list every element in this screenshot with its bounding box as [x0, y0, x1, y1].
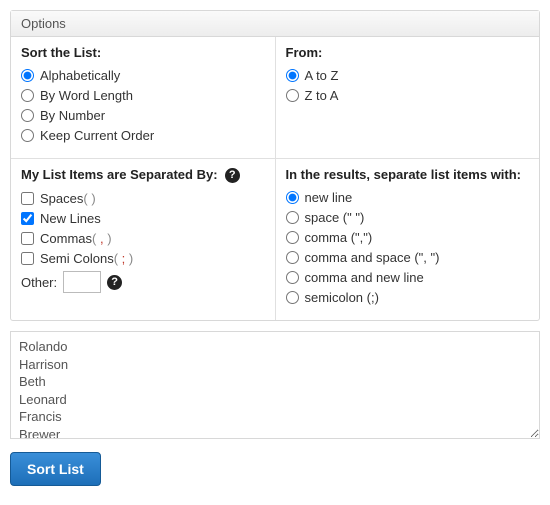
sep-out-cell: In the results, separate list items with…: [275, 159, 540, 320]
sepin-label: Semi Colons: [40, 251, 114, 266]
row-separators: My List Items are Separated By: ? Spaces…: [11, 158, 539, 320]
sort-option[interactable]: Alphabetically: [21, 68, 265, 83]
sort-radio[interactable]: [21, 69, 34, 82]
sepin-checkbox[interactable]: [21, 252, 34, 265]
sepout-option[interactable]: space (" "): [286, 210, 530, 225]
sepout-option[interactable]: semicolon (;): [286, 290, 530, 305]
row-sort-from: Sort the List: Alphabetically By Word Len…: [11, 37, 539, 158]
sepout-option[interactable]: comma and space (", "): [286, 250, 530, 265]
help-icon[interactable]: ?: [107, 275, 122, 290]
sepout-label: comma (","): [305, 230, 373, 245]
from-radio[interactable]: [286, 69, 299, 82]
sort-option[interactable]: By Word Length: [21, 88, 265, 103]
sepin-label: Spaces: [40, 191, 83, 206]
sepout-label: space (" "): [305, 210, 365, 225]
sepin-label: Commas: [40, 231, 92, 246]
sepin-punct: ( ; ): [114, 251, 134, 266]
sep-out-title: In the results, separate list items with…: [286, 167, 530, 182]
panel-title: Options: [11, 11, 539, 37]
sepin-punct: ( ): [83, 191, 95, 206]
sepin-label: New Lines: [40, 211, 101, 226]
sepout-option[interactable]: comma (","): [286, 230, 530, 245]
sepout-label: comma and space (", "): [305, 250, 440, 265]
sep-in-title-text: My List Items are Separated By:: [21, 167, 218, 182]
sort-radio[interactable]: [21, 129, 34, 142]
sepin-option[interactable]: Spaces ( ): [21, 191, 265, 206]
sepout-radio[interactable]: [286, 271, 299, 284]
sepout-radio[interactable]: [286, 251, 299, 264]
sort-radio[interactable]: [21, 109, 34, 122]
other-row: Other: ?: [21, 271, 265, 293]
from-radio[interactable]: [286, 89, 299, 102]
sort-option[interactable]: By Number: [21, 108, 265, 123]
sort-radio[interactable]: [21, 89, 34, 102]
help-icon[interactable]: ?: [225, 168, 240, 183]
other-input[interactable]: [63, 271, 101, 293]
sepout-label: new line: [305, 190, 353, 205]
sort-cell: Sort the List: Alphabetically By Word Len…: [11, 37, 275, 158]
sepout-option[interactable]: new line: [286, 190, 530, 205]
sort-option[interactable]: Keep Current Order: [21, 128, 265, 143]
sort-label: By Word Length: [40, 88, 133, 103]
from-cell: From: A to Z Z to A: [275, 37, 540, 158]
sort-label: Keep Current Order: [40, 128, 154, 143]
sepin-checkbox[interactable]: [21, 192, 34, 205]
from-option[interactable]: Z to A: [286, 88, 530, 103]
from-title: From:: [286, 45, 530, 60]
options-panel: Options Sort the List: Alphabetically By …: [10, 10, 540, 321]
sepin-option[interactable]: New Lines: [21, 211, 265, 226]
sepin-checkbox[interactable]: [21, 212, 34, 225]
sep-in-cell: My List Items are Separated By: ? Spaces…: [11, 159, 275, 320]
sepout-radio[interactable]: [286, 231, 299, 244]
sepout-radio[interactable]: [286, 291, 299, 304]
sepin-option[interactable]: Semi Colons ( ; ): [21, 251, 265, 266]
from-option[interactable]: A to Z: [286, 68, 530, 83]
from-label: Z to A: [305, 88, 339, 103]
sepout-label: semicolon (;): [305, 290, 379, 305]
sepout-option[interactable]: comma and new line: [286, 270, 530, 285]
sepout-radio[interactable]: [286, 191, 299, 204]
list-textarea[interactable]: [10, 331, 540, 439]
sepout-label: comma and new line: [305, 270, 424, 285]
sepin-punct: ( , ): [92, 231, 112, 246]
sep-in-title: My List Items are Separated By: ?: [21, 167, 265, 183]
from-label: A to Z: [305, 68, 339, 83]
sort-button[interactable]: Sort List: [10, 452, 101, 486]
sepin-option[interactable]: Commas ( , ): [21, 231, 265, 246]
sort-label: By Number: [40, 108, 105, 123]
other-label: Other:: [21, 275, 57, 290]
sepout-radio[interactable]: [286, 211, 299, 224]
sort-title: Sort the List:: [21, 45, 265, 60]
sepin-checkbox[interactable]: [21, 232, 34, 245]
sort-label: Alphabetically: [40, 68, 120, 83]
